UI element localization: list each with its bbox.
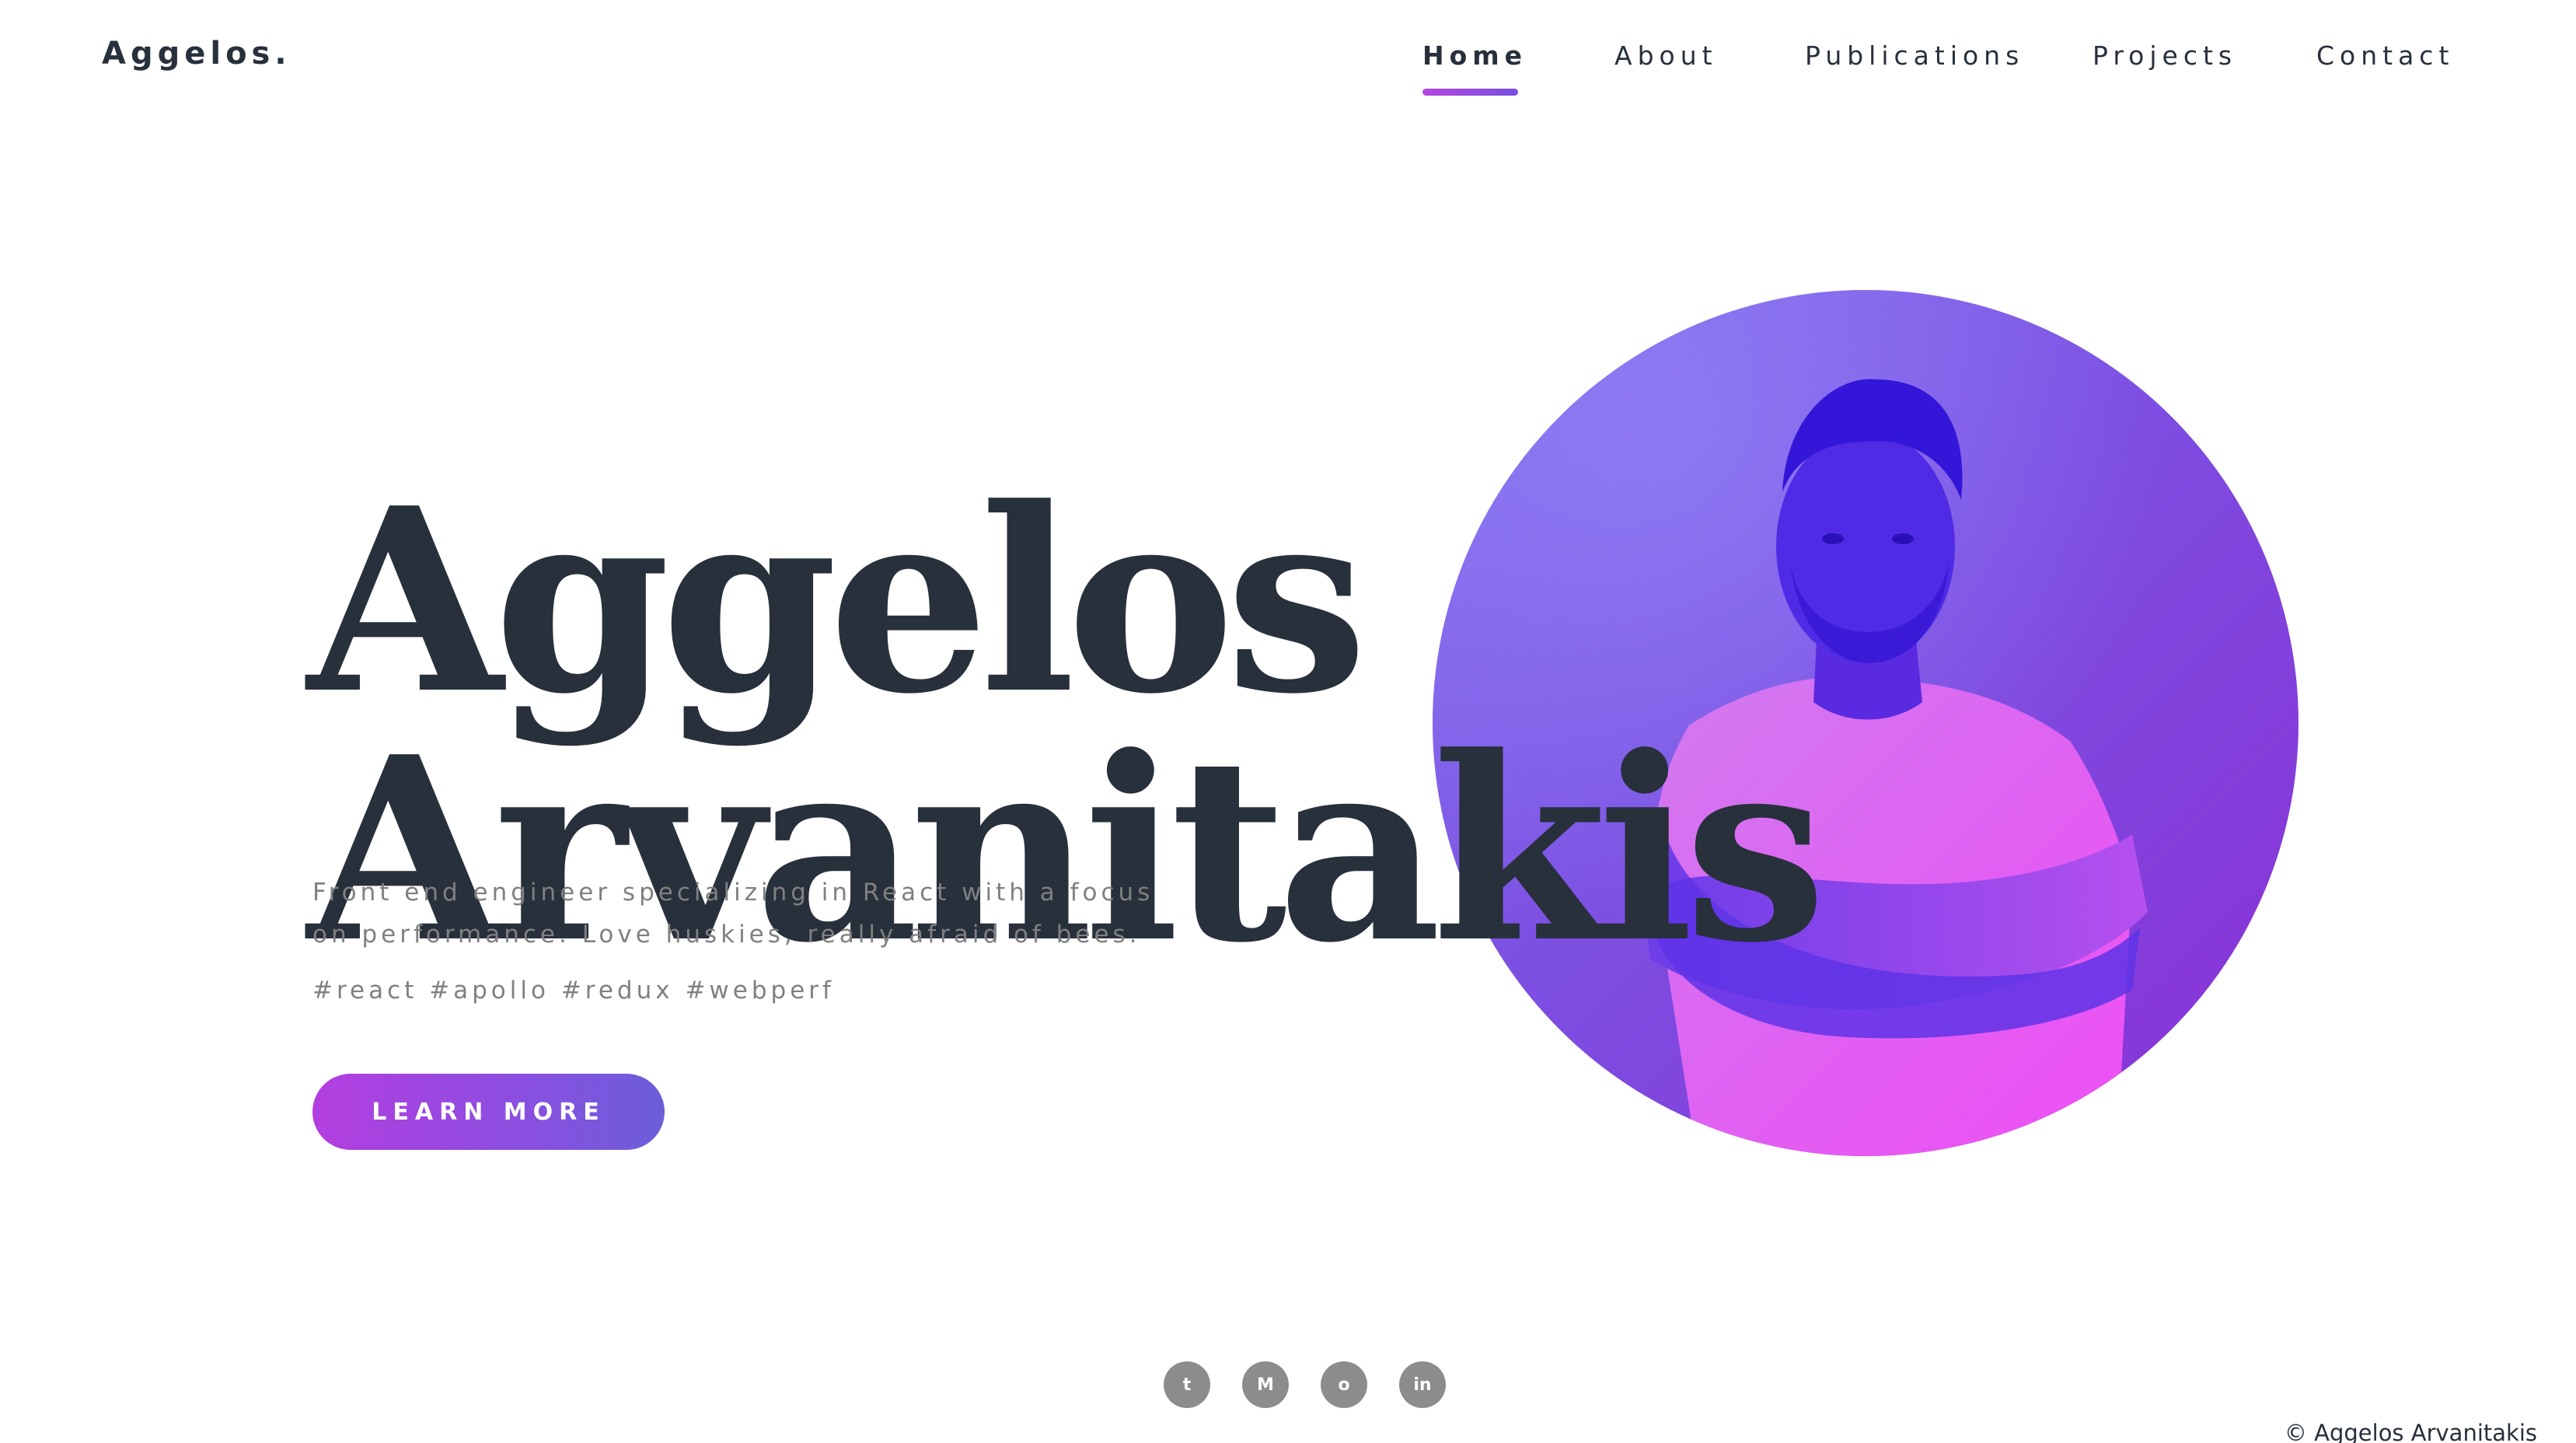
nav-item-home[interactable]: Home [1422,40,1528,96]
medium-icon[interactable]: M [1242,1361,1289,1408]
nav-item-publications[interactable]: Publications [1805,40,2024,71]
github-icon[interactable]: o [1321,1361,1367,1408]
nav-item-label: Projects [2093,40,2238,71]
nav-item-label: Contact [2316,40,2455,71]
nav-item-contact[interactable]: Contact [2316,40,2454,71]
linkedin-icon[interactable]: in [1399,1361,1446,1408]
active-nav-indicator [1422,89,1518,96]
nav-item-projects[interactable]: Projects [2093,40,2237,71]
twitter-icon[interactable]: t [1164,1361,1210,1408]
main-nav: Home About Publications Projects Contact [0,40,2576,103]
learn-more-button[interactable]: LEARN MORE [312,1074,665,1150]
nav-item-label: About [1614,40,1718,71]
nav-item-label: Publications [1805,40,2025,71]
hero-tags: #react #apollo #redux #webperf [312,977,835,1005]
hero-first-name: Aggelos [307,452,1368,749]
nav-item-label: Home [1422,40,1528,71]
hero-tagline: Front end engineer specializing in React… [312,879,1154,949]
copyright-text: © Aggelos Arvanitakis [2284,1420,2537,1443]
page: Aggelos. Home About Publications Project… [0,0,2576,1443]
social-links: t M o in [1164,1361,1451,1408]
nav-item-about[interactable]: About [1614,40,1718,71]
